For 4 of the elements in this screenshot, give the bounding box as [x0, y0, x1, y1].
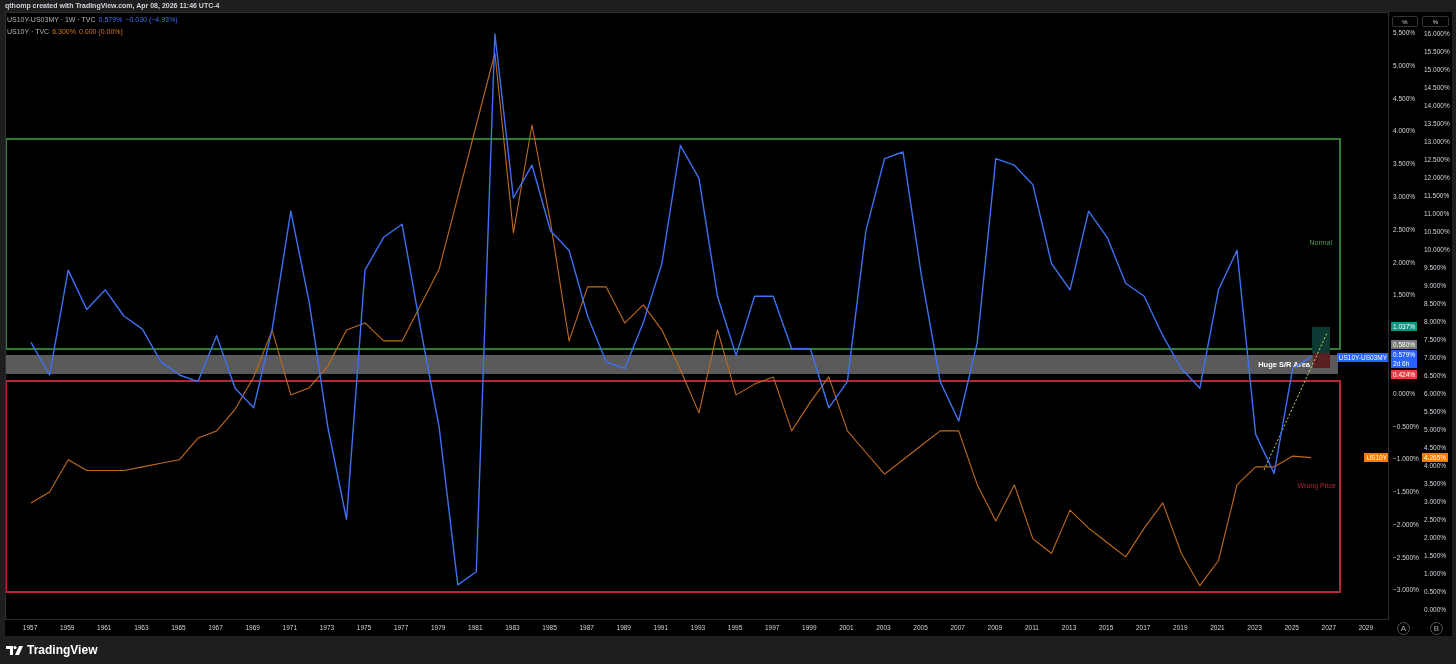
brand-name: TradingView	[27, 642, 98, 659]
logo-icon	[6, 645, 23, 655]
target-zone	[1312, 327, 1330, 353]
stop-zone	[1313, 353, 1330, 368]
